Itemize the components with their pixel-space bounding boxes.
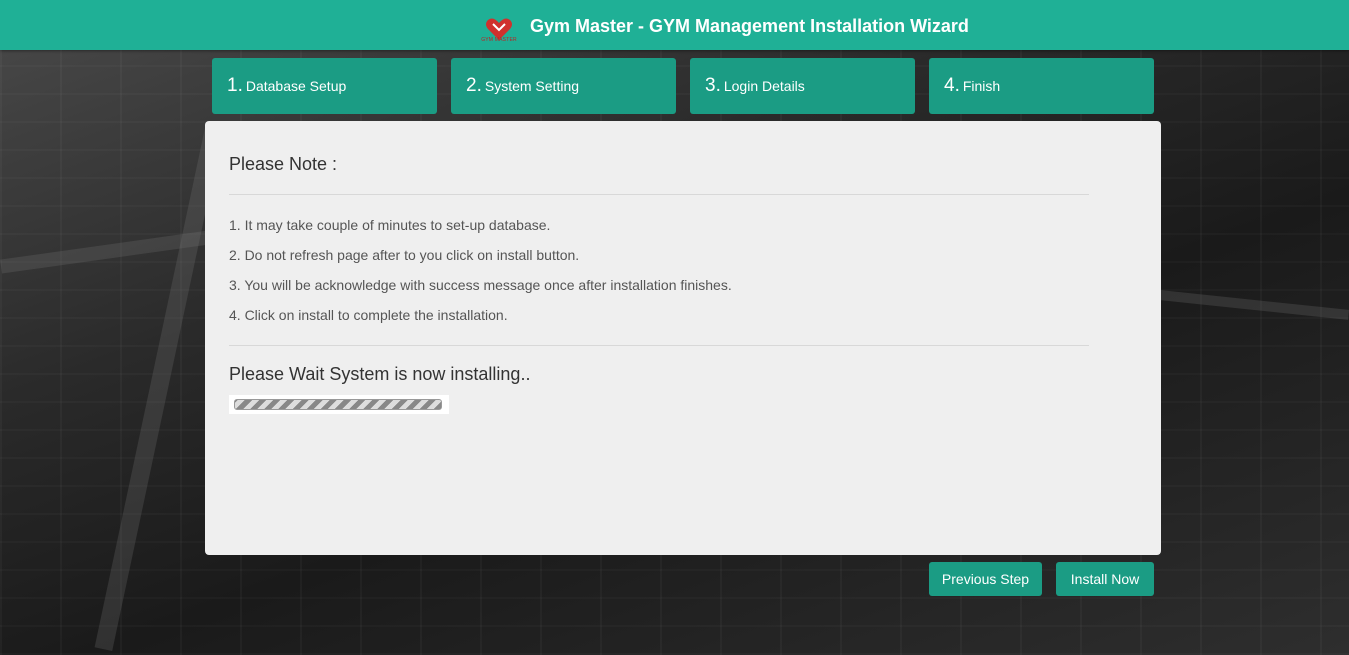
previous-step-button[interactable]: Previous Step xyxy=(929,562,1042,596)
progress-container xyxy=(229,395,449,414)
step-number: 1. xyxy=(227,75,243,96)
note-item: 2. Do not refresh page after to you clic… xyxy=(229,247,580,263)
step-login-details[interactable]: 3. Login Details xyxy=(690,58,915,114)
step-number: 2. xyxy=(466,75,482,96)
note-item: 1. It may take couple of minutes to set-… xyxy=(229,217,551,233)
step-label: System Setting xyxy=(484,78,580,94)
divider xyxy=(229,194,1089,195)
installing-heading: Please Wait System is now installing.. xyxy=(229,364,531,384)
note-heading: Please Note : xyxy=(229,154,338,174)
step-finish[interactable]: 4. Finish xyxy=(929,58,1154,114)
progress-bar xyxy=(234,399,442,410)
note-item: 3. You will be acknowledge with success … xyxy=(229,277,732,293)
logo-text: GYM MASTER xyxy=(481,37,517,43)
step-label: Database Setup xyxy=(245,78,347,94)
background-beam xyxy=(1159,290,1349,320)
note-item: 4. Click on install to complete the inst… xyxy=(229,307,508,323)
step-system-setting[interactable]: 2. System Setting xyxy=(451,58,676,114)
step-number: 4. xyxy=(944,75,960,96)
step-label: Login Details xyxy=(723,78,805,94)
divider xyxy=(229,345,1089,346)
step-number: 3. xyxy=(705,75,721,96)
header-bar: GYM MASTER Gym Master - GYM Management I… xyxy=(0,0,1349,50)
install-panel: Please Note : 1. It may take couple of m… xyxy=(205,121,1161,555)
step-database-setup[interactable]: 1. Database Setup xyxy=(212,58,437,114)
install-now-button[interactable]: Install Now xyxy=(1056,562,1154,596)
step-label: Finish xyxy=(962,78,1001,94)
page-title: Gym Master - GYM Management Installation… xyxy=(530,16,969,36)
